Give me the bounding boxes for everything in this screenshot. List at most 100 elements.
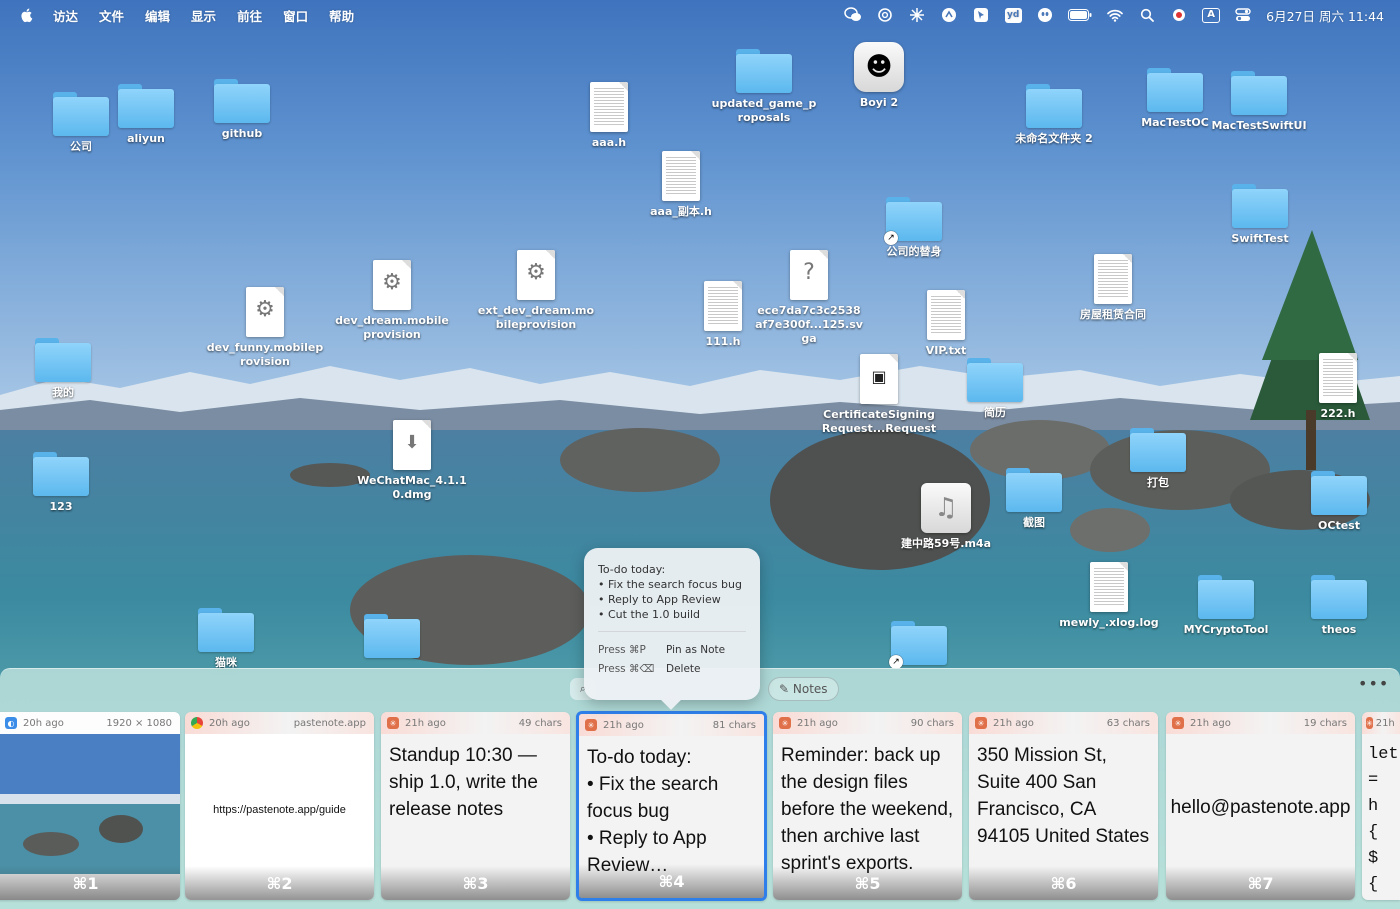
clip-card-2[interactable]: 20h ago pastenote.app https://pastenote.… [185,712,374,900]
desktop-item-label: theos [1321,623,1357,636]
desktop-item[interactable]: 我的 [3,330,123,400]
desktop-item[interactable]: ♫ 建中路59号.m4a [886,481,1006,551]
desktop-item[interactable]: ⚙ dev_funny.mobileprovision [205,285,325,369]
menu-bar: 访达 文件 编辑 显示 前往 窗口 帮助 yd A 6月27日 周六 11:44 [0,0,1400,30]
clip-text: Standup 10:30 — ship 1.0, write the rele… [389,745,538,820]
desktop-item[interactable] [332,606,452,658]
clip-card-header: ◐ 20h ago 1920 × 1080 [0,712,180,734]
more-options-icon[interactable]: ••• [1358,676,1388,699]
menu-file[interactable]: 文件 [99,6,124,25]
clip-card-6[interactable]: ✳ 21h ago 63 chars 350 Mission St, Suite… [969,712,1158,900]
desktop-item[interactable]: ↗ 公司的替身 [854,189,974,259]
desktop-item[interactable]: ⬇ WeChatMac_4.1.10.dmg [352,418,472,502]
desktop-item[interactable]: 房屋租赁合同 [1053,252,1173,322]
claude-icon: ✳ [387,717,399,729]
clip-text: To-do today: • Fix the search focus bug … [587,747,719,876]
claude-icon: ✳ [585,719,597,731]
folder-icon [965,350,1025,402]
desktop-item[interactable]: updated_game_proposals [704,41,824,125]
desktop-item[interactable]: MYCryptoTool [1166,567,1286,637]
app-icon: ☻ [849,40,909,92]
clip-card-8[interactable]: ✳ 21h let = h { $ { $ [1362,712,1400,900]
menubar-clock[interactable]: 6月27日 周六 11:44 [1266,6,1384,25]
control-center-icon[interactable] [1234,6,1252,24]
app-circle-icon[interactable] [940,6,958,24]
clip-meta: 49 chars [518,717,562,729]
desktop-item[interactable]: ⚙ dev_dream.mobileprovision [332,258,452,342]
cursor-arrow-icon[interactable] [972,6,990,24]
menu-view[interactable]: 显示 [191,6,216,25]
popover-action-pin[interactable]: Press ⌘P Pin as Note [598,641,746,660]
clip-card-3[interactable]: ✳ 21h ago 49 chars Standup 10:30 — ship … [381,712,570,900]
popover-action-delete[interactable]: Press ⌘⌫ Delete [598,660,746,679]
menu-edit[interactable]: 编辑 [145,6,170,25]
desktop-item[interactable]: ▣ CertificateSigningRequest...Request [819,352,939,436]
desktop-item[interactable]: ? ece7da7c3c2538af7e300f...125.svga [749,248,869,346]
search-icon[interactable] [1138,6,1156,24]
desktop-item[interactable]: aaa.h [549,80,669,150]
folder-icon [1196,567,1256,619]
desktop-item[interactable]: MacTestSwiftUI [1199,63,1319,133]
desktop-item-label: CertificateSigningRequest...Request [821,408,937,435]
menu-finder[interactable]: 访达 [53,6,78,25]
apple-logo-icon[interactable] [19,7,35,23]
desktop-item[interactable]: 打包 [1098,420,1218,490]
folder-icon [33,330,93,382]
alien-icon[interactable] [1036,6,1054,24]
clip-content: let = h { $ { $ [1362,734,1400,900]
desktop-item-label: 我的 [52,386,74,399]
desktop-item[interactable]: VIP.txt [886,288,1006,358]
desktop-item-label: 222.h [1320,407,1356,420]
popover-preview-line: • Cut the 1.0 build [598,608,701,621]
desktop-item[interactable]: OCtest [1279,463,1399,533]
alias-arrow-icon: ↗ [884,231,898,245]
menu-help[interactable]: 帮助 [329,6,354,25]
notes-filter-button[interactable]: ✎ Notes [768,677,839,701]
clip-time: 21h ago [993,717,1034,729]
desktop-item[interactable]: 未命名文件夹 2 [994,76,1114,146]
desktop-item[interactable]: ☻ Boyi 2 [819,40,939,110]
desktop-item[interactable]: github [182,71,302,141]
desktop-item[interactable]: SwiftTest [1200,176,1320,246]
clip-card-7[interactable]: ✳ 21h ago 19 chars hello@pastenote.app ⌘… [1166,712,1355,900]
clip-card-1[interactable]: ◐ 20h ago 1920 × 1080 ⌘1 [0,712,180,900]
clip-text: 350 Mission St, Suite 400 San Francisco,… [977,745,1150,847]
clip-shortcut: ⌘5 [773,866,962,900]
battery-icon[interactable] [1068,6,1092,24]
clip-card-header: ✳ 21h ago 81 chars [579,714,764,736]
desktop-item[interactable]: 简历 [935,350,1055,420]
pin-as-note-action[interactable]: Pin as Note [666,641,725,660]
menu-window[interactable]: 窗口 [283,6,308,25]
clip-shortcut: ⌘6 [969,866,1158,900]
avatar-face-icon: ☻ [854,42,904,92]
clip-time: 21h ago [797,717,838,729]
delete-action[interactable]: Delete [666,660,701,679]
clip-card-4[interactable]: ✳ 21h ago 81 chars To-do today: • Fix th… [576,711,767,901]
wechat-icon[interactable] [844,6,862,24]
desktop-item-label: 打包 [1147,476,1169,489]
desktop-item[interactable]: theos [1279,567,1399,637]
desktop-item-label: aaa.h [591,136,627,149]
clip-shortcut: ⌘1 [0,866,180,900]
folder-alias-icon: ↗ [884,189,944,245]
desktop-item-label: MacTestSwiftUI [1211,119,1307,132]
desktop-item[interactable]: ↗ [859,613,979,669]
clip-time: 21h ago [1190,717,1231,729]
desktop-item[interactable]: ⚙ ext_dev_dream.mobileprovision [476,248,596,332]
desktop-item[interactable]: aaa_副本.h [621,149,741,219]
clip-card-header: ✳ 21h ago 19 chars [1166,712,1355,734]
desktop-item[interactable]: 222.h [1278,351,1398,421]
input-method-icon[interactable]: A [1202,6,1221,24]
perplexity-icon[interactable] [908,6,926,24]
youdao-icon[interactable]: yd [1004,6,1022,24]
flag-icon[interactable] [1170,6,1188,24]
desktop-item[interactable]: mewly_.xlog.log [1049,560,1169,630]
clip-meta: 19 chars [1303,717,1347,729]
desktop-item[interactable]: 猫咪 [166,600,286,670]
wifi-icon[interactable] [1106,6,1124,24]
provision-file-icon: ⚙ [235,285,295,337]
desktop-item[interactable]: 123 [1,444,121,514]
menu-go[interactable]: 前往 [237,6,262,25]
clip-card-5[interactable]: ✳ 21h ago 90 chars Reminder: back up the… [773,712,962,900]
chatgpt-icon[interactable] [876,6,894,24]
